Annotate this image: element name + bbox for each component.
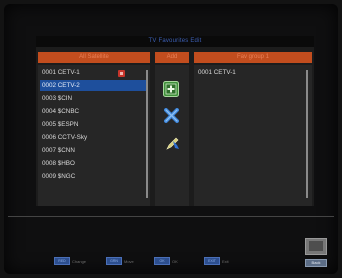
right-scrollbar[interactable]	[306, 70, 308, 198]
key-change-label: Change	[72, 258, 87, 264]
delete-icon[interactable]	[164, 108, 179, 128]
red-key-icon: RED	[54, 257, 70, 265]
column-header-add[interactable]: Add	[155, 52, 189, 63]
channel-row-7[interactable]: 0007 $CNN	[40, 145, 146, 156]
fav-channel-row-1[interactable]: 0001 CETV-1	[196, 67, 302, 78]
ok-key-icon: OK	[154, 257, 170, 265]
lock-icon	[118, 70, 125, 77]
key-ok-label: OK	[172, 258, 178, 264]
column-header-fav-group[interactable]: Fav group 1	[194, 52, 312, 63]
edit-icon[interactable]	[165, 136, 180, 156]
channel-row-3[interactable]: 0003 $CIN	[40, 93, 146, 104]
key-move-label: Move	[124, 258, 134, 264]
channel-row-5[interactable]: 0005 $ESPN	[40, 119, 146, 130]
channel-row-4[interactable]: 0004 $CNBC	[40, 106, 146, 117]
key-change[interactable]: RED Change	[54, 257, 87, 265]
key-exit[interactable]: EXIT Exit	[204, 257, 229, 265]
tv-icon	[305, 238, 327, 255]
left-scrollbar[interactable]	[146, 70, 148, 198]
channel-row-9[interactable]: 0009 $NGC	[40, 171, 146, 182]
back-button[interactable]: Back	[305, 259, 327, 267]
fav-group-panel: 0001 CETV-1	[194, 65, 312, 206]
add-icon[interactable]	[163, 81, 179, 102]
channel-row-2[interactable]: 0002 CETV-2	[40, 80, 146, 91]
key-move[interactable]: GRN Move	[106, 257, 134, 265]
exit-key-icon: EXIT	[204, 257, 220, 265]
green-key-icon: GRN	[106, 257, 122, 265]
footer-divider	[8, 216, 334, 217]
all-satellite-panel: 0001 CETV-1 0002 CETV-2 0003 $CIN 0004 $…	[38, 65, 150, 206]
channel-row-1[interactable]: 0001 CETV-1	[40, 67, 146, 78]
column-header-all-satellite[interactable]: All Satellite	[38, 52, 150, 63]
channel-row-6[interactable]: 0006 CCTV-Sky	[40, 132, 146, 143]
key-exit-label: Exit	[222, 258, 229, 264]
dialog-title: TV Favourites Edit	[36, 36, 314, 47]
channel-row-8[interactable]: 0008 $HBO	[40, 158, 146, 169]
key-ok[interactable]: OK OK	[154, 257, 178, 265]
